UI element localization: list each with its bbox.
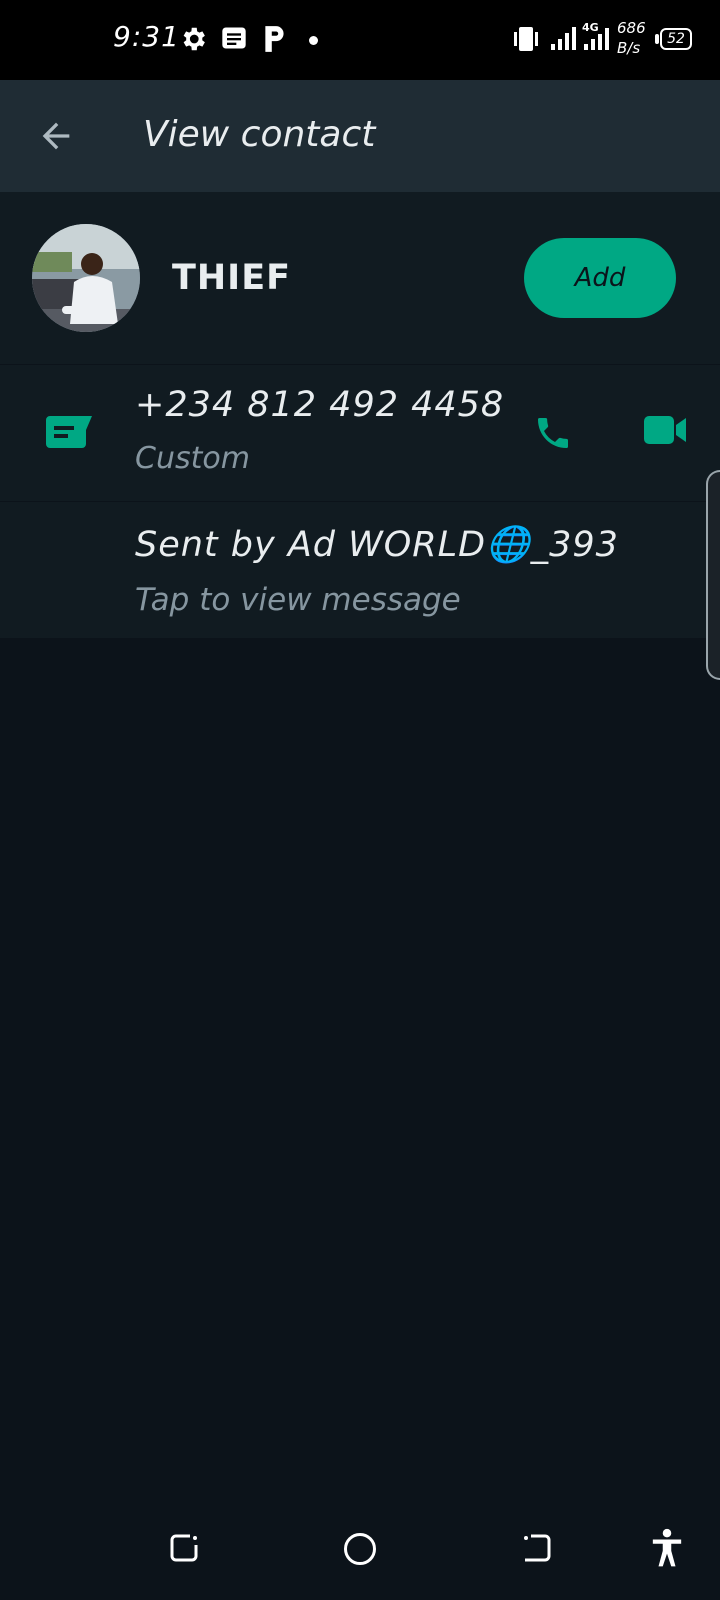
view-message-link[interactable]: Tap to view message	[135, 582, 461, 618]
status-time: 9:31	[113, 20, 180, 53]
recents-icon	[170, 1534, 198, 1562]
home-button[interactable]	[343, 1532, 377, 1570]
video-call-button[interactable]	[644, 415, 688, 449]
notification-dot	[309, 36, 318, 45]
edge-panel-handle[interactable]	[706, 470, 720, 680]
battery-level: 52	[667, 31, 685, 47]
phone-icon	[538, 418, 568, 448]
network-speed: 686 B/s	[617, 18, 646, 58]
back-nav-button[interactable]	[521, 1532, 553, 1568]
avatar-photo	[32, 224, 140, 332]
vibrate-icon	[511, 24, 541, 58]
svg-text:4G: 4G	[582, 21, 599, 34]
status-bar: 9:31 4G 686 B/s 52	[0, 0, 720, 80]
battery-icon: 52	[660, 28, 692, 50]
contact-name: THIEF	[172, 258, 292, 298]
arrow-left-icon	[42, 122, 70, 150]
message-icon	[220, 24, 248, 56]
home-icon	[344, 1533, 376, 1565]
add-contact-button[interactable]: Add	[524, 238, 676, 318]
back-icon	[524, 1534, 551, 1562]
avatar[interactable]	[32, 224, 140, 332]
p-app-icon	[262, 24, 288, 58]
recents-button[interactable]	[168, 1532, 200, 1568]
settings-icon	[178, 24, 208, 58]
message-icon[interactable]	[46, 416, 92, 452]
4g-signal-icon: 4G	[582, 20, 614, 56]
phone-type: Custom	[135, 441, 250, 476]
page-title: View contact	[143, 114, 376, 155]
phone-number: +234 812 492 4458	[135, 385, 505, 425]
battery-tip	[655, 34, 659, 44]
phone-row[interactable]: +234 812 492 4458 Custom	[0, 365, 720, 501]
accessibility-icon	[652, 1528, 682, 1567]
network-speed-value: 686	[617, 19, 646, 37]
navigation-bar	[0, 1510, 720, 1600]
signal-icon	[550, 24, 578, 56]
back-button[interactable]	[36, 116, 76, 156]
voice-call-button[interactable]	[533, 413, 577, 457]
source-title: Sent by Ad WORLD🌐_393	[135, 525, 619, 565]
accessibility-button[interactable]	[650, 1528, 684, 1572]
source-row[interactable]: Sent by Ad WORLD🌐_393 Tap to view messag…	[0, 502, 720, 638]
network-speed-unit: B/s	[617, 39, 641, 57]
app-bar: View contact	[0, 80, 720, 192]
contact-header: THIEF Add	[0, 192, 720, 364]
video-icon	[644, 416, 686, 444]
